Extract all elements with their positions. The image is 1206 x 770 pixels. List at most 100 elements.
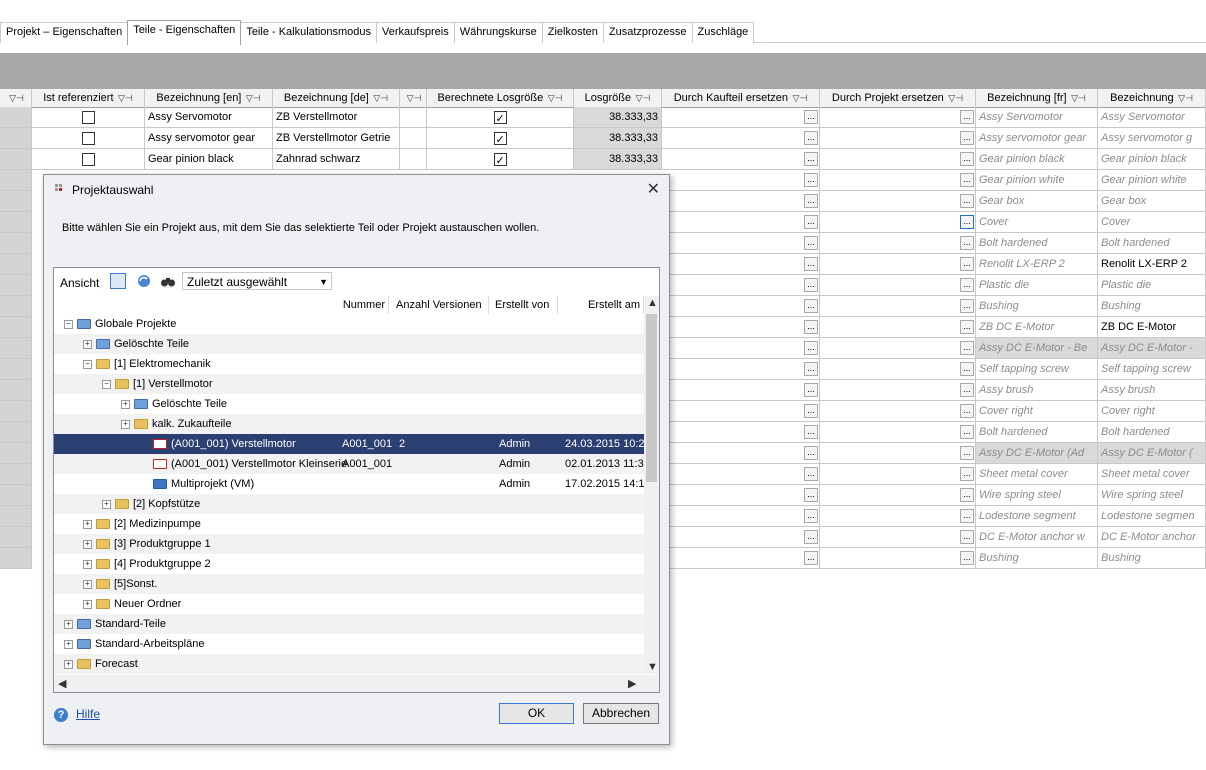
scroll-down-icon[interactable]: ▼ <box>647 661 658 673</box>
tree-node[interactable]: + Gelöschte Teile <box>54 394 644 414</box>
name-fr-cell[interactable]: Bolt hardened <box>976 422 1098 443</box>
expand-icon[interactable]: + <box>83 560 92 569</box>
ellipsis-button[interactable]: ... <box>960 131 974 145</box>
name-cell[interactable]: Bushing <box>1098 548 1206 569</box>
ellipsis-button[interactable]: ... <box>804 467 818 481</box>
filter-pin-icon[interactable]: ▽⊣ <box>946 93 963 103</box>
ellipsis-button[interactable]: ... <box>804 131 818 145</box>
expand-icon[interactable]: + <box>121 400 130 409</box>
name-cell[interactable]: Self tapping screw <box>1098 359 1206 380</box>
replace-part-cell[interactable]: ... <box>662 254 820 275</box>
horizontal-scrollbar[interactable]: ◀ ▶ <box>54 675 659 692</box>
name-fr-cell[interactable]: Cover right <box>976 401 1098 422</box>
lot-cell[interactable]: 38.333,33 <box>574 107 662 128</box>
ellipsis-button[interactable]: ... <box>804 257 818 271</box>
replace-part-cell[interactable]: ... <box>662 296 820 317</box>
column-header-name[interactable]: Bezeichnung ▽⊣ <box>1098 89 1206 107</box>
ellipsis-button[interactable]: ... <box>804 551 818 565</box>
ellipsis-button[interactable]: ... <box>804 425 818 439</box>
name-fr-cell[interactable]: Assy DC E-Motor - Be <box>976 338 1098 359</box>
name-cell[interactable]: Bolt hardened <box>1098 422 1206 443</box>
replace-project-cell[interactable]: ... <box>820 380 976 401</box>
name-en-cell[interactable]: Assy Servomotor <box>145 107 273 128</box>
column-header-replace_part[interactable]: Durch Kaufteil ersetzen ▽⊣ <box>662 89 820 107</box>
ellipsis-button[interactable]: ... <box>804 299 818 313</box>
replace-project-cell[interactable]: ... <box>820 275 976 296</box>
calc-lot-cell[interactable] <box>427 149 574 170</box>
col-created-by[interactable]: Erstellt von <box>492 296 558 314</box>
replace-part-cell[interactable]: ... <box>662 527 820 548</box>
name-cell[interactable]: Assy brush <box>1098 380 1206 401</box>
tree-node[interactable]: + [4] Produktgruppe 2 <box>54 554 644 574</box>
replace-project-cell[interactable]: ... <box>820 317 976 338</box>
ellipsis-button[interactable]: ... <box>960 383 974 397</box>
name-cell[interactable]: Bolt hardened <box>1098 233 1206 254</box>
expand-icon[interactable]: + <box>83 520 92 529</box>
tab-5[interactable]: Zielkosten <box>541 22 604 43</box>
referenced-checkbox[interactable] <box>81 110 95 124</box>
replace-part-cell[interactable]: ... <box>662 422 820 443</box>
expand-icon[interactable]: + <box>64 620 73 629</box>
replace-part-cell[interactable]: ... <box>662 212 820 233</box>
filter-pin-icon[interactable]: ▽⊣ <box>1069 93 1086 103</box>
ellipsis-button[interactable]: ... <box>960 110 974 124</box>
replace-part-cell[interactable]: ... <box>662 359 820 380</box>
expand-icon[interactable]: + <box>83 600 92 609</box>
calc-lot-checkbox[interactable] <box>493 130 507 148</box>
replace-project-cell[interactable]: ... <box>820 191 976 212</box>
ellipsis-button[interactable]: ... <box>804 362 818 376</box>
replace-part-cell[interactable]: ... <box>662 149 820 170</box>
name-cell[interactable]: Gear pinion white <box>1098 170 1206 191</box>
name-cell[interactable]: Bushing <box>1098 296 1206 317</box>
ellipsis-button[interactable]: ... <box>960 509 974 523</box>
replace-part-cell[interactable]: ... <box>662 317 820 338</box>
ellipsis-button[interactable]: ... <box>804 173 818 187</box>
name-fr-cell[interactable]: Wire spring steel <box>976 485 1098 506</box>
name-fr-cell[interactable]: Renolit LX-ERP 2 <box>976 254 1098 275</box>
help-link[interactable]: Hilfe <box>76 707 100 721</box>
name-fr-cell[interactable]: Self tapping screw <box>976 359 1098 380</box>
ellipsis-button[interactable]: ... <box>804 215 818 229</box>
column-header-name_fr[interactable]: Bezeichnung [fr] ▽⊣ <box>976 89 1098 107</box>
table-row[interactable]: Assy servomotor gear ZB Verstellmotor Get… <box>0 128 1206 149</box>
close-icon[interactable]: ✕ <box>647 179 660 199</box>
ellipsis-button[interactable]: ... <box>804 194 818 208</box>
replace-project-cell[interactable]: ... <box>820 443 976 464</box>
filter-pin-icon[interactable]: ▽⊣ <box>1176 93 1193 103</box>
referenced-checkbox[interactable] <box>81 152 95 166</box>
tab-2[interactable]: Teile - Kalkulationsmodus <box>240 22 378 43</box>
collapse-icon[interactable]: − <box>102 380 111 389</box>
ellipsis-button[interactable]: ... <box>804 152 818 166</box>
referenced-cell[interactable] <box>32 107 145 128</box>
ellipsis-button[interactable]: ... <box>960 257 974 271</box>
ellipsis-button[interactable]: ... <box>960 446 974 460</box>
tree-node[interactable]: + [5]Sonst. <box>54 574 644 594</box>
replace-project-cell[interactable]: ... <box>820 548 976 569</box>
filter-pin-icon[interactable]: ▽⊣ <box>790 93 808 103</box>
name-cell[interactable]: Assy DC E-Motor ( <box>1098 443 1206 464</box>
name-cell[interactable]: Assy servomotor g <box>1098 128 1206 149</box>
tree-node[interactable]: (A001_001) Verstellmotor A001_001 2 Admin 24… <box>54 434 644 454</box>
replace-project-cell[interactable]: ... <box>820 485 976 506</box>
lot-cell[interactable]: 38.333,33 <box>574 149 662 170</box>
tree-node[interactable]: (A001_001) Verstellmotor Kleinserie A001_… <box>54 454 644 474</box>
column-header-referenced[interactable]: Ist referenziert ▽⊣ <box>32 89 145 107</box>
replace-part-cell[interactable]: ... <box>662 548 820 569</box>
ellipsis-button[interactable]: ... <box>960 551 974 565</box>
calc-lot-cell[interactable] <box>427 128 574 149</box>
name-fr-cell[interactable]: DC E-Motor anchor w <box>976 527 1098 548</box>
expand-icon[interactable]: + <box>83 340 92 349</box>
column-header-replace_project[interactable]: Durch Projekt ersetzen ▽⊣ <box>820 89 976 107</box>
name-fr-cell[interactable]: Lodestone segment <box>976 506 1098 527</box>
name-fr-cell[interactable]: Assy brush <box>976 380 1098 401</box>
expand-icon[interactable]: + <box>121 420 130 429</box>
name-cell[interactable]: Assy DC E-Motor - <box>1098 338 1206 359</box>
calc-lot-checkbox[interactable] <box>493 109 507 127</box>
name-cell[interactable]: Plastic die <box>1098 275 1206 296</box>
ellipsis-button[interactable]: ... <box>804 236 818 250</box>
ok-button[interactable]: OK <box>499 703 574 724</box>
filter-pin-icon[interactable]: ▽⊣ <box>407 93 422 103</box>
replace-part-cell[interactable]: ... <box>662 401 820 422</box>
replace-part-cell[interactable]: ... <box>662 485 820 506</box>
ellipsis-button[interactable]: ... <box>804 404 818 418</box>
